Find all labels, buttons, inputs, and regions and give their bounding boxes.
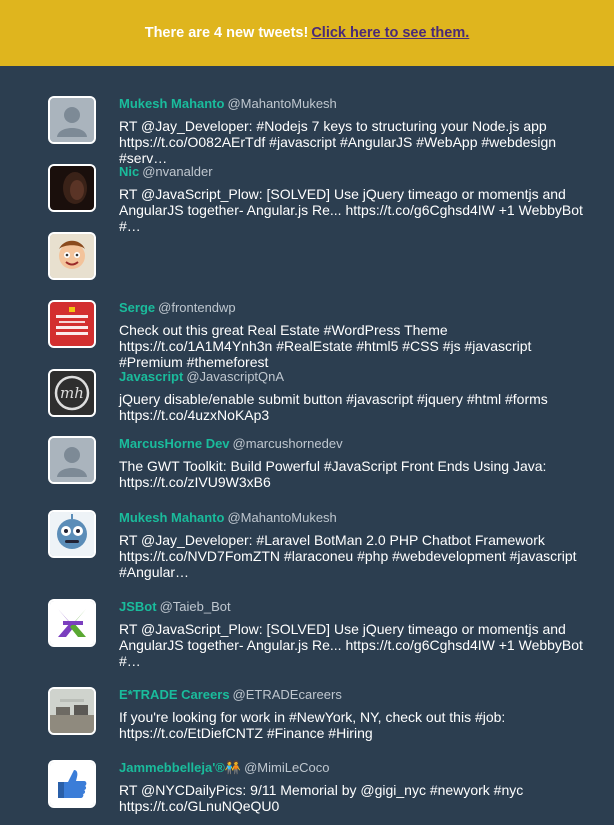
author-name[interactable]: Serge <box>119 300 155 315</box>
thumbs-up-avatar[interactable] <box>48 760 96 808</box>
author-handle[interactable]: @ETRADEcareers <box>233 687 342 702</box>
author-handle[interactable]: @JavascriptQnA <box>186 369 284 384</box>
author-name[interactable]: MarcusHorne Dev <box>119 436 230 451</box>
author-name[interactable]: JSBot <box>119 599 157 614</box>
keep-calm-javascript-avatar[interactable] <box>48 300 96 348</box>
author-name[interactable]: Nic <box>119 164 139 179</box>
author-name[interactable]: Jammebbelleja'®🧑‍🤝‍🧑 <box>119 760 241 775</box>
author-handle[interactable]: @MahantoMukesh <box>227 510 336 525</box>
tweet-text: If you're looking for work in #NewYork, … <box>119 709 594 741</box>
tweet-text: RT @Jay_Developer: #Laravel BotMan 2.0 P… <box>119 532 594 580</box>
tweet-text-line: https://t.co/1A1M4Ynh3n #RealEstate #htm… <box>119 338 532 354</box>
author-name[interactable]: E*TRADE Careers <box>119 687 230 702</box>
tweet-text: jQuery disable/enable submit button #jav… <box>119 391 594 423</box>
tweet-text-line: https://t.co/zIVU9W3xB6 <box>119 474 271 490</box>
tweet-feed: Mukesh Mahanto @MahantoMukesh RT @Jay_Dev… <box>0 66 614 825</box>
tweet-text-line: https://t.co/4uzxNoKAp3 <box>119 407 270 423</box>
tweet-text: RT @NYCDailyPics: 9/11 Memorial by @gigi… <box>119 782 594 814</box>
new-tweets-message: There are 4 new tweets! <box>144 25 309 41</box>
tweet-text-line: Check out this great Real Estate #WordPr… <box>119 322 448 338</box>
tweet-text-line: AngularJS together- Angular.js Re... htt… <box>119 202 583 218</box>
tweet-text-line: https://t.co/O082AErTdf #javascript #Ang… <box>119 134 557 150</box>
author-name[interactable]: Mukesh Mahanto <box>119 510 224 525</box>
tweet-text-line: https://t.co/GLnuNQeQU0 <box>119 798 280 814</box>
cartoon-face-avatar[interactable] <box>48 232 96 280</box>
author-handle[interactable]: @nvanalder <box>142 164 212 179</box>
tweet-text-line: https://t.co/NVD7FomZTN #laraconeu #php … <box>119 548 577 564</box>
author-name[interactable]: Mukesh Mahanto <box>119 96 224 111</box>
author-handle[interactable]: @MimiLeCoco <box>244 760 329 775</box>
dark-photo-avatar[interactable] <box>48 164 96 212</box>
tweet-text: RT @JavaScript_Plow: [SOLVED] Use jQuery… <box>119 621 594 669</box>
new-tweets-banner: There are 4 new tweets! Click here to se… <box>0 0 614 66</box>
tweet-text-line: RT @Jay_Developer: #Laravel BotMan 2.0 P… <box>119 532 545 548</box>
colored-x-logo-avatar[interactable] <box>48 599 96 647</box>
tweet-text-line: jQuery disable/enable submit button #jav… <box>119 391 548 407</box>
tweet-text: RT @Jay_Developer: #Nodejs 7 keys to str… <box>119 118 594 166</box>
tweet-text-line: RT @JavaScript_Plow: [SOLVED] Use jQuery… <box>119 186 566 202</box>
author-name[interactable]: Javascript <box>119 369 183 384</box>
tweet-text-line: RT @NYCDailyPics: 9/11 Memorial by @gigi… <box>119 782 524 798</box>
office-photo-avatar[interactable] <box>48 687 96 735</box>
show-new-tweets-link[interactable]: Click here to see them. <box>311 25 469 41</box>
tweet-text: The GWT Toolkit: Build Powerful #JavaScr… <box>119 458 594 490</box>
author-handle[interactable]: @frontendwp <box>158 300 236 315</box>
robot-avatar[interactable] <box>48 510 96 558</box>
tweet-text-line: The GWT Toolkit: Build Powerful #JavaScr… <box>119 458 547 474</box>
tweet-text-line: https://t.co/EtDiefCNTZ #Finance #Hiring <box>119 725 373 741</box>
mh-logo-avatar[interactable]: mh <box>48 369 96 417</box>
tweet-text-line: AngularJS together- Angular.js Re... htt… <box>119 637 583 653</box>
tweet-text-line: RT @Jay_Developer: #Nodejs 7 keys to str… <box>119 118 547 134</box>
tweet-text-line: #… <box>119 653 141 669</box>
author-handle[interactable]: @Taieb_Bot <box>160 599 231 614</box>
author-handle[interactable]: @marcushornedev <box>233 436 343 451</box>
tweet-text: RT @JavaScript_Plow: [SOLVED] Use jQuery… <box>119 186 594 234</box>
author-handle[interactable]: @MahantoMukesh <box>227 96 336 111</box>
svg-text:mh: mh <box>60 384 84 402</box>
default-avatar-icon[interactable] <box>48 436 96 484</box>
tweet-text-line: #Angular… <box>119 564 190 580</box>
tweet-text-line: #… <box>119 218 141 234</box>
default-avatar-icon[interactable] <box>48 96 96 144</box>
tweet-text-line: RT @JavaScript_Plow: [SOLVED] Use jQuery… <box>119 621 566 637</box>
tweet-text: Check out this great Real Estate #WordPr… <box>119 322 594 370</box>
tweet-text-line: If you're looking for work in #NewYork, … <box>119 709 506 725</box>
